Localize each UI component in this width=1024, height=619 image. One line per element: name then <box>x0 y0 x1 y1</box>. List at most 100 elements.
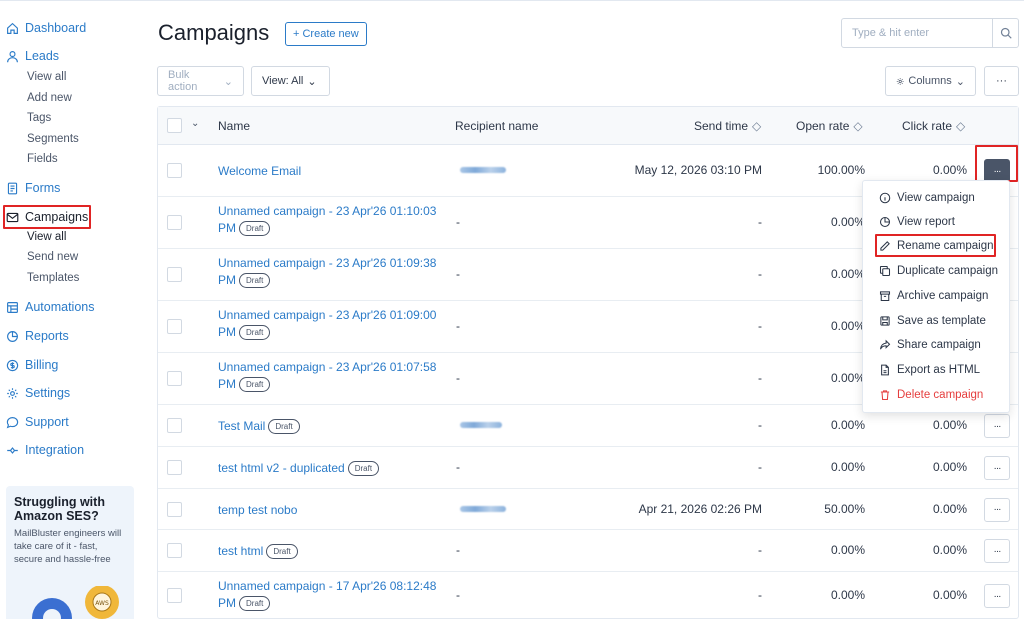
nav-forms[interactable]: Forms <box>6 179 60 197</box>
col-send-time[interactable]: Send time ◇ <box>694 119 761 133</box>
col-recipient-label: Recipient name <box>455 119 539 133</box>
row-checkbox[interactable] <box>167 543 182 558</box>
recipient-name-redacted <box>460 167 506 173</box>
view-filter-dropdown[interactable]: View: All ⌄ <box>251 66 330 96</box>
campaign-name: Welcome Email <box>218 164 302 178</box>
menu-archive-campaign[interactable]: Archive campaign <box>879 288 988 304</box>
draft-badge: Draft <box>239 273 271 288</box>
nav-billing-label: Billing <box>25 358 59 372</box>
click-rate: 0.00% <box>932 418 967 432</box>
row-checkbox[interactable] <box>167 267 182 282</box>
bulk-action-label: Bulk action <box>168 69 198 93</box>
draft-badge: Draft <box>239 221 271 236</box>
chevron-down-icon: ⌄ <box>223 75 233 88</box>
sort-icon: ◇ <box>853 119 863 133</box>
campaigns-sub-send-new[interactable]: Send new <box>27 251 78 263</box>
campaign-name-link[interactable]: Unnamed campaign - 23 Apr'26 01:09:38 PM… <box>218 255 448 289</box>
row-more-button[interactable]: ··· <box>984 456 1010 480</box>
copy-icon <box>879 265 891 277</box>
search-input[interactable] <box>842 19 992 47</box>
ses-promo-card: Struggling with Amazon SES? MailBluster … <box>6 486 134 619</box>
leads-sub-tags[interactable]: Tags <box>27 112 51 124</box>
toolbar-more-button[interactable]: ··· <box>984 66 1019 96</box>
nav-leads[interactable]: Leads <box>6 47 59 65</box>
nav-billing[interactable]: Billing <box>6 356 58 374</box>
campaign-name-link[interactable]: test html v2 - duplicated Draft <box>218 460 448 477</box>
campaign-name-link[interactable]: Unnamed campaign - 23 Apr'26 01:07:58 PM… <box>218 359 448 393</box>
click-rate: 0.00% <box>932 163 967 177</box>
nav-settings-label: Settings <box>25 386 71 400</box>
search-button[interactable] <box>992 19 1018 47</box>
menu-view-campaign[interactable]: View campaign <box>879 190 975 206</box>
create-new-button[interactable]: + Create new <box>285 22 367 46</box>
campaign-name-link[interactable]: Unnamed campaign - 23 Apr'26 01:09:00 PM… <box>218 307 448 341</box>
nav-campaigns[interactable]: Campaigns <box>6 208 88 226</box>
row-checkbox[interactable] <box>167 501 182 517</box>
nav-reports[interactable]: Reports <box>6 327 69 345</box>
chevron-down-icon[interactable]: ⌄ <box>191 118 199 129</box>
open-rate: 50.00% <box>824 501 865 516</box>
campaign-name-link[interactable]: Unnamed campaign - 23 Apr'26 01:10:03 PM… <box>218 203 448 237</box>
col-open-rate[interactable]: Open rate ◇ <box>796 119 863 133</box>
row-checkbox[interactable] <box>167 588 182 603</box>
row-checkbox[interactable] <box>167 319 182 334</box>
row-more-button[interactable]: ··· <box>984 497 1010 522</box>
top-border <box>0 0 1024 4</box>
select-all-checkbox[interactable] <box>167 118 182 133</box>
menu-save-as-template[interactable]: Save as template <box>879 313 986 329</box>
columns-dropdown[interactable]: Columns ⌄ <box>885 66 976 96</box>
campaign-name-link[interactable]: temp test nobo <box>218 502 448 519</box>
pie-chart-icon <box>6 330 19 343</box>
row-more-button[interactable]: ··· <box>984 584 1010 608</box>
campaign-name-link[interactable]: Unnamed campaign - 17 Apr'26 08:12:48 PM… <box>218 578 448 612</box>
campaign-name-link[interactable]: test html Draft <box>218 543 448 560</box>
col-click-rate[interactable]: Click rate ◇ <box>902 119 965 133</box>
menu-duplicate-campaign[interactable]: Duplicate campaign <box>879 263 998 279</box>
nav-integration[interactable]: Integration <box>6 441 84 459</box>
row-checkbox[interactable] <box>167 215 182 230</box>
menu-view-report[interactable]: View report <box>879 214 955 230</box>
row-more-button[interactable]: ··· <box>984 539 1010 563</box>
recipient-name: - <box>456 215 460 229</box>
gear-icon <box>896 77 904 85</box>
open-rate: 0.00% <box>830 460 865 474</box>
leads-sub-view-all[interactable]: View all <box>27 71 66 83</box>
menu-export-html[interactable]: Export as HTML <box>879 362 980 378</box>
menu-share-campaign[interactable]: Share campaign <box>879 337 981 353</box>
mail-icon <box>6 211 19 224</box>
table-header: ⌄ Name Recipient name Send time ◇ Open ra… <box>158 107 1018 145</box>
row-checkbox[interactable] <box>167 418 182 433</box>
row-checkbox[interactable] <box>167 460 182 475</box>
click-rate: 0.00% <box>932 501 967 516</box>
report-icon <box>879 216 891 228</box>
campaigns-sub-templates[interactable]: Templates <box>27 272 79 284</box>
leads-sub-add-new[interactable]: Add new <box>27 92 72 104</box>
home-icon <box>6 22 19 35</box>
columns-label: Columns <box>908 75 952 87</box>
send-time: - <box>758 267 762 281</box>
recipient-name: - <box>456 543 460 557</box>
row-checkbox[interactable] <box>167 163 182 178</box>
row-checkbox[interactable] <box>167 371 182 386</box>
campaign-name-link[interactable]: Test Mail Draft <box>218 418 448 435</box>
menu-view-campaign-label: View campaign <box>897 192 975 204</box>
open-rate: 0.00% <box>830 588 865 602</box>
campaign-actions-menu: View campaign View report Rename campaig… <box>862 180 1010 413</box>
nav-settings[interactable]: Settings <box>6 384 70 402</box>
nav-dashboard[interactable]: Dashboard <box>6 19 86 37</box>
col-name-label: Name <box>218 119 251 133</box>
menu-delete-campaign[interactable]: Delete campaign <box>879 387 983 403</box>
menu-export-html-label: Export as HTML <box>897 364 981 376</box>
recipient-name: - <box>456 588 460 602</box>
campaigns-sub-view-all[interactable]: View all <box>27 231 66 243</box>
row-more-button[interactable]: ··· <box>984 414 1010 438</box>
nav-automations[interactable]: Automations <box>6 298 94 316</box>
leads-sub-fields[interactable]: Fields <box>27 153 58 165</box>
file-icon <box>881 364 889 376</box>
aws-badge-text: AWS <box>95 600 109 607</box>
leads-sub-segments[interactable]: Segments <box>27 133 79 145</box>
nav-support[interactable]: Support <box>6 413 69 431</box>
campaign-name-link[interactable]: Welcome Email <box>218 163 448 180</box>
recipient-name: - <box>456 319 460 333</box>
bulk-action-dropdown[interactable]: Bulk action ⌄ <box>157 66 244 96</box>
